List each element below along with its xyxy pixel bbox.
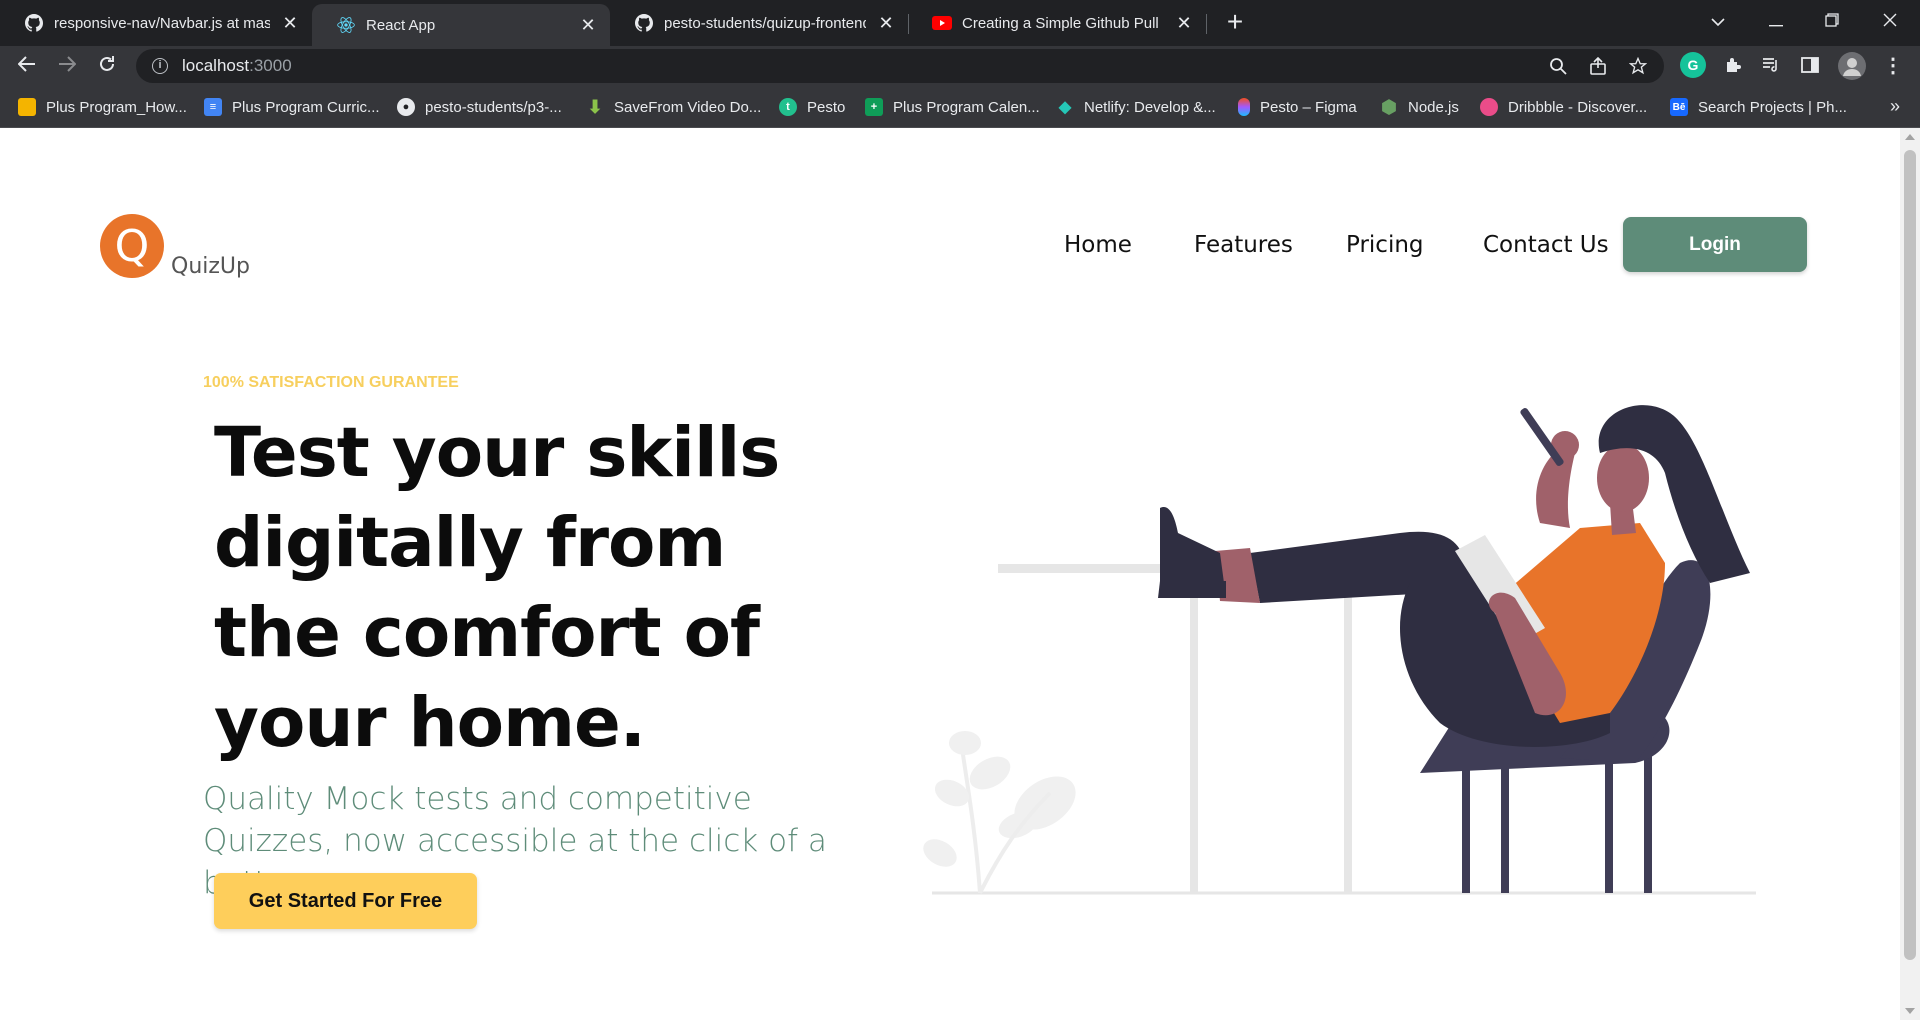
browser-tab[interactable]: responsive-nav/Navbar.js at mast ✕ [0, 6, 312, 40]
slides-icon [18, 98, 36, 116]
tab-title: Creating a Simple Github Pull Re [962, 14, 1164, 32]
bookmark-label: Plus Program Calen... [893, 98, 1040, 116]
table-illustration [998, 564, 1388, 893]
browser-tab[interactable]: Creating a Simple Github Pull Re ✕ [908, 6, 1206, 40]
netlify-icon: ◆ [1058, 99, 1072, 116]
bookmark-item[interactable]: ⬇ SaveFrom Video Do... [586, 96, 761, 118]
bookmark-item[interactable]: Pesto – Figma [1238, 96, 1357, 118]
new-tab-button[interactable]: + [1220, 8, 1250, 38]
scroll-up-icon[interactable] [1905, 134, 1915, 140]
tagline: 100% SATISFACTION GURANTEE [203, 374, 459, 391]
address-bar[interactable]: i localhost :3000 [136, 49, 1664, 83]
bookmark-item[interactable]: ● pesto-students/p3-... [397, 96, 562, 118]
bookmark-label: Pesto – Figma [1260, 98, 1357, 116]
get-started-button[interactable]: Get Started For Free [214, 873, 477, 929]
plant-illustration [923, 731, 1076, 894]
nav-link-features[interactable]: Features [1194, 232, 1293, 258]
bookmark-item[interactable]: ◆ Netlify: Develop &... [1056, 96, 1216, 118]
dribbble-icon [1480, 98, 1498, 116]
bookmark-item[interactable]: t Pesto [779, 96, 845, 118]
nav-link-home[interactable]: Home [1064, 232, 1132, 258]
scrollbar-thumb[interactable] [1904, 150, 1916, 960]
media-queue-icon[interactable] [1758, 52, 1784, 78]
zoom-icon[interactable] [1548, 57, 1568, 77]
restore-icon[interactable] [1810, 6, 1854, 36]
github-icon: ● [397, 98, 415, 116]
tab-search-icon[interactable] [1696, 6, 1740, 36]
pesto-icon: t [779, 98, 797, 116]
tab-title: pesto-students/quizup-frontend [664, 14, 866, 32]
bookmark-label: Plus Program_How... [46, 98, 187, 116]
github-icon [634, 13, 654, 33]
browser-toolbar: i localhost :3000 [0, 46, 1920, 86]
bookmark-item[interactable]: Dribbble - Discover... [1480, 96, 1647, 118]
bookmark-label: Plus Program Curric... [232, 98, 380, 116]
bookmark-item[interactable]: Bē Search Projects | Ph... [1670, 96, 1847, 118]
github-icon [24, 13, 44, 33]
share-icon[interactable] [1588, 56, 1608, 77]
tab-close-icon[interactable]: ✕ [1174, 13, 1194, 33]
nav-link-pricing[interactable]: Pricing [1346, 232, 1424, 258]
tab-close-icon[interactable]: ✕ [280, 13, 300, 33]
figma-icon [1238, 98, 1250, 116]
browser-tab-strip: responsive-nav/Navbar.js at mast ✕ React… [0, 0, 1920, 46]
behance-icon: Bē [1670, 98, 1688, 116]
nav-link-contact[interactable]: Contact Us [1483, 232, 1609, 258]
tab-title: responsive-nav/Navbar.js at mast [54, 14, 270, 32]
bookmark-label: Pesto [807, 98, 846, 116]
bookmarks-bar: Plus Program_How... ≡ Plus Program Curri… [0, 86, 1920, 128]
bookmark-item[interactable]: + Plus Program Calen... [865, 96, 1040, 118]
bookmark-label: Netlify: Develop &... [1084, 98, 1216, 116]
forward-arrow-icon[interactable] [51, 50, 83, 82]
hero-illustration [923, 405, 1756, 895]
scroll-down-icon[interactable] [1905, 1008, 1915, 1014]
url-port: :3000 [249, 56, 292, 75]
tab-close-icon[interactable]: ✕ [578, 15, 598, 35]
tab-separator [1206, 14, 1207, 34]
extensions-puzzle-icon[interactable] [1720, 52, 1746, 78]
bookmark-label: Search Projects | Ph... [1698, 98, 1847, 116]
side-panel-icon[interactable] [1797, 52, 1823, 78]
url-host: localhost [182, 56, 250, 75]
react-icon [336, 15, 356, 35]
bookmark-label: SaveFrom Video Do... [614, 98, 762, 116]
bookmark-label: Node.js [1408, 98, 1459, 116]
logo-text[interactable]: QuizUp [171, 254, 250, 279]
tab-close-icon[interactable]: ✕ [876, 13, 896, 33]
info-icon[interactable]: i [152, 58, 168, 74]
browser-menu-icon[interactable]: ⋮ [1880, 52, 1906, 78]
page-scrollbar[interactable] [1900, 128, 1920, 1020]
bookmark-star-icon[interactable] [1628, 56, 1648, 77]
reload-icon[interactable] [91, 50, 123, 82]
sheets-icon: + [865, 98, 883, 116]
bookmarks-overflow-button[interactable]: » [1890, 96, 1900, 117]
minimize-icon[interactable] [1754, 6, 1798, 36]
bookmark-item[interactable]: Plus Program_How... [18, 96, 187, 118]
bookmark-item[interactable]: ⬢ Node.js [1380, 96, 1459, 118]
close-window-icon[interactable] [1868, 6, 1912, 36]
docs-icon: ≡ [204, 98, 222, 116]
download-arrow-icon: ⬇ [587, 96, 603, 117]
youtube-icon [932, 13, 952, 33]
bookmark-label: pesto-students/p3-... [425, 98, 562, 116]
browser-tab[interactable]: pesto-students/quizup-frontend ✕ [610, 6, 908, 40]
back-arrow-icon[interactable] [11, 50, 43, 82]
login-button[interactable]: Login [1623, 217, 1807, 272]
profile-avatar[interactable] [1838, 52, 1866, 80]
hero-headline: Test your skills digitally from the comf… [214, 413, 780, 763]
browser-tab-active[interactable]: React App ✕ [312, 4, 610, 46]
grammarly-icon[interactable]: G [1680, 52, 1706, 78]
tab-title: React App [366, 16, 436, 34]
bookmark-label: Dribbble - Discover... [1508, 98, 1648, 116]
logo-icon[interactable]: Q [100, 214, 164, 278]
page-viewport: Q QuizUp Home Features Pricing Contact U… [0, 128, 1900, 1020]
nodejs-icon: ⬢ [1381, 96, 1397, 117]
bookmark-item[interactable]: ≡ Plus Program Curric... [204, 96, 380, 118]
